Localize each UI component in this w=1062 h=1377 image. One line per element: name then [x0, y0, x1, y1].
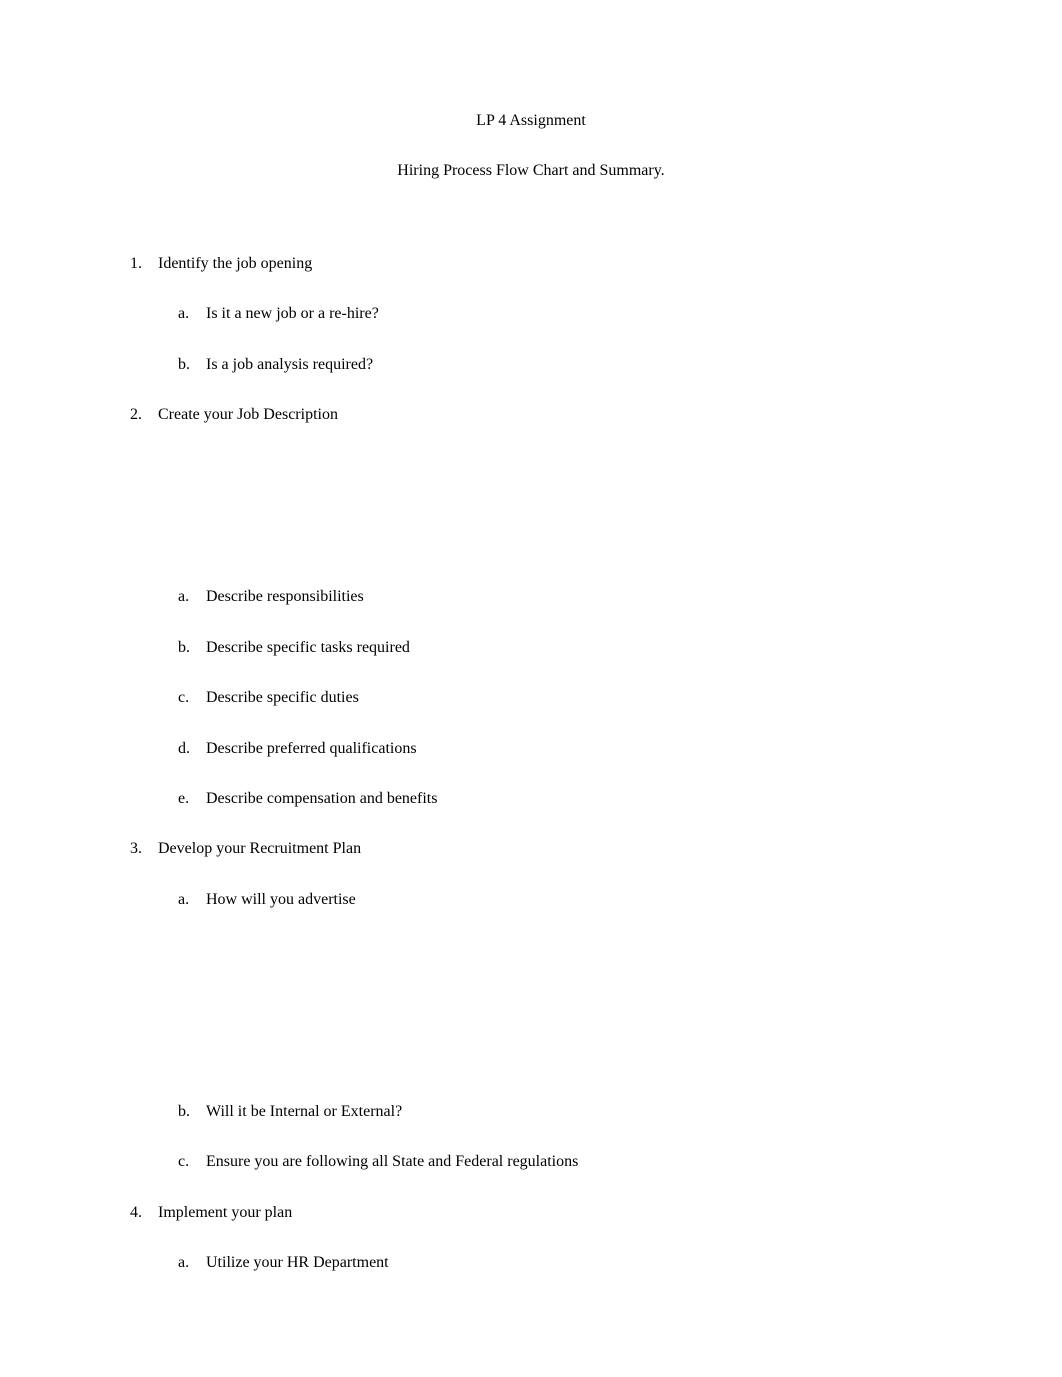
outline-item-3-sublist: How will you advertise Will it be Intern…: [158, 889, 932, 1174]
outline-item-2-text: Create your Job Description: [158, 406, 338, 423]
outline-list: Identify the job opening Is it a new job…: [130, 253, 932, 1275]
outline-item-2e: Describe compensation and benefits: [206, 788, 932, 810]
outline-item-2d: Describe preferred qualifications: [206, 738, 932, 760]
outline-item-4-sublist: Utilize your HR Department: [158, 1252, 932, 1274]
outline-item-4a: Utilize your HR Department: [206, 1252, 932, 1274]
outline-item-2c: Describe specific duties: [206, 687, 932, 709]
outline-item-1b: Is a job analysis required?: [206, 354, 932, 376]
title-block: LP 4 Assignment Hiring Process Flow Char…: [130, 110, 932, 183]
outline-item-1-sublist: Is it a new job or a re-hire? Is a job a…: [158, 303, 932, 376]
outline-item-1: Identify the job opening Is it a new job…: [158, 253, 932, 376]
assignment-title: LP 4 Assignment: [130, 110, 932, 132]
outline-item-2a: Describe responsibilities: [206, 586, 932, 608]
outline-item-3-text: Develop your Recruitment Plan: [158, 840, 361, 857]
outline-item-2b: Describe specific tasks required: [206, 637, 932, 659]
outline-item-3b: Will it be Internal or External?: [206, 1101, 932, 1123]
outline-item-2-sublist: Describe responsibilities Describe speci…: [158, 586, 932, 810]
outline-item-1-text: Identify the job opening: [158, 255, 312, 272]
outline-item-3c: Ensure you are following all State and F…: [206, 1151, 932, 1173]
outline-item-3a: How will you advertise: [206, 889, 932, 911]
outline-item-2: Create your Job Description Describe res…: [158, 404, 932, 810]
outline-item-4-text: Implement your plan: [158, 1204, 292, 1221]
assignment-subtitle: Hiring Process Flow Chart and Summary.: [130, 160, 932, 182]
outline-item-3: Develop your Recruitment Plan How will y…: [158, 838, 932, 1174]
outline-item-1a: Is it a new job or a re-hire?: [206, 303, 932, 325]
outline-item-4: Implement your plan Utilize your HR Depa…: [158, 1202, 932, 1275]
